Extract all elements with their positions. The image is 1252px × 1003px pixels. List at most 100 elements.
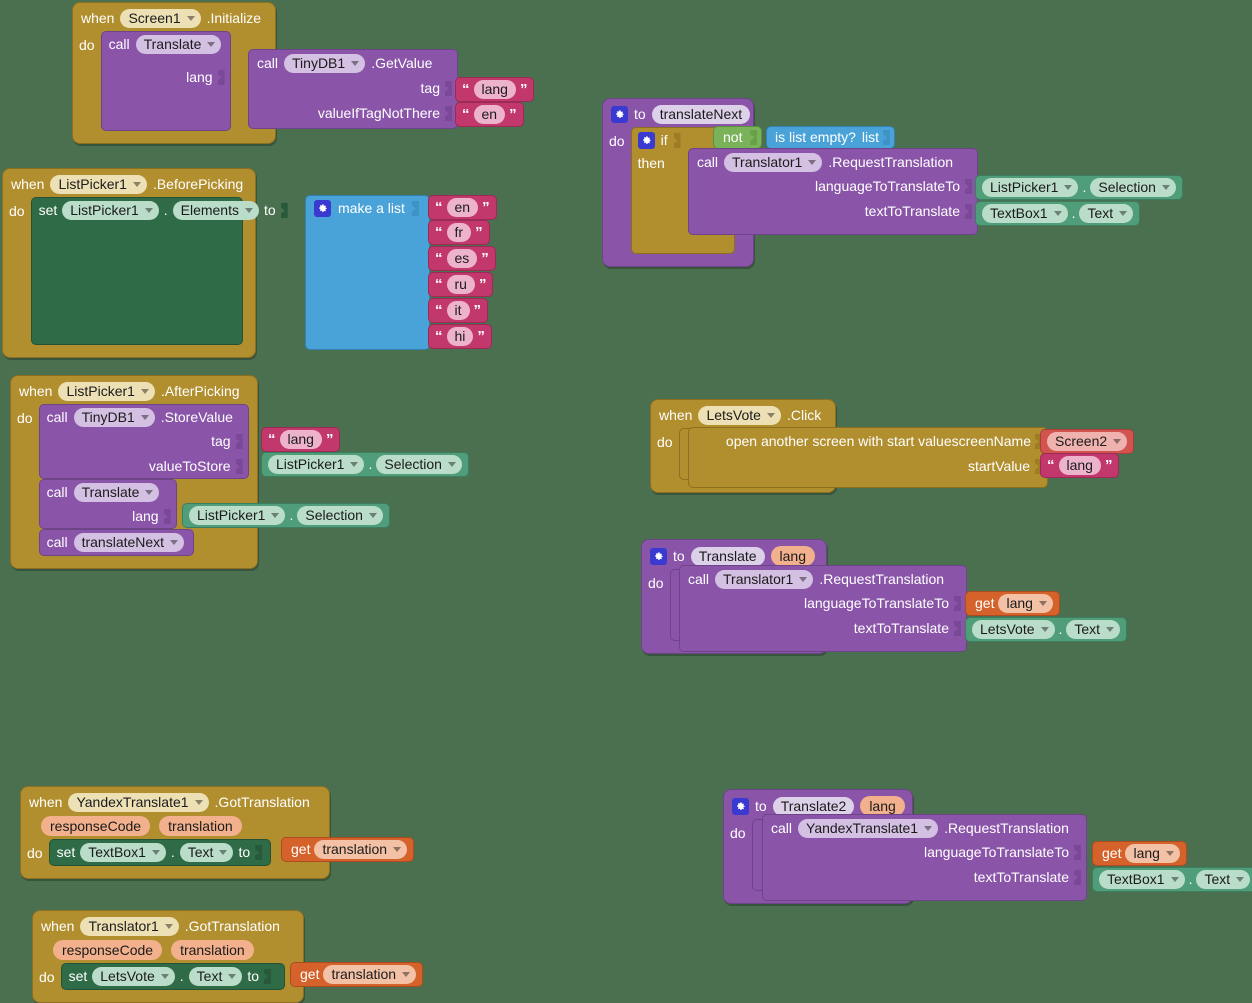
mutator-gear-icon[interactable]	[638, 132, 655, 149]
call-translatenext-statement[interactable]: call translateNext	[39, 529, 194, 556]
set-letsvote-text[interactable]: set LetsVote . Text to	[61, 963, 285, 990]
list-item-text-0[interactable]: “ en ”	[428, 195, 497, 220]
text-value[interactable]: lang	[1059, 456, 1101, 475]
block-is-list-empty[interactable]: is list empty? list	[766, 126, 895, 149]
mutator-gear-icon[interactable]	[611, 106, 628, 123]
property-dropdown-text[interactable]: Text	[1079, 204, 1133, 223]
component-dropdown-textbox1[interactable]: TextBox1	[1099, 870, 1185, 889]
set-textbox1-text[interactable]: set TextBox1 . Text to	[49, 839, 271, 866]
component-dropdown-listpicker1[interactable]: ListPicker1	[189, 506, 285, 525]
text-block-lang-startvalue[interactable]: “ lang ”	[1040, 453, 1119, 478]
list-item-text-5[interactable]: “ hi ”	[428, 324, 492, 349]
property-dropdown-selection[interactable]: Selection	[376, 455, 462, 474]
text-value[interactable]: ru	[447, 275, 475, 294]
event-param-responsecode[interactable]: responseCode	[53, 940, 162, 960]
variable-dropdown-lang[interactable]: lang	[1125, 844, 1179, 863]
component-dropdown-yandextranslate1[interactable]: YandexTranslate1	[68, 793, 208, 812]
text-block-en[interactable]: “ en ”	[455, 102, 524, 127]
property-dropdown-selection[interactable]: Selection	[1090, 178, 1176, 197]
open-another-screen-block[interactable]: open another screen with start value scr…	[688, 427, 1048, 488]
property-dropdown-text[interactable]: Text	[189, 967, 243, 986]
procedure-dropdown-translate[interactable]: Translate	[74, 483, 160, 502]
block-translator1-gottranslation[interactable]: when Translator1 .GotTranslation respons…	[32, 910, 304, 1003]
block-listpicker1-beforepicking[interactable]: when ListPicker1 .BeforePicking do set L…	[2, 168, 256, 358]
get-variable-lang[interactable]: get lang	[965, 591, 1060, 616]
property-dropdown-text[interactable]: Text	[1196, 870, 1250, 889]
block-yandextranslate1-gottranslation[interactable]: when YandexTranslate1 .GotTranslation re…	[20, 786, 330, 879]
component-dropdown-tinydb1[interactable]: TinyDB1	[74, 408, 155, 427]
text-value[interactable]: en	[474, 105, 506, 124]
text-value[interactable]: es	[447, 249, 478, 268]
call-translate-statement[interactable]: call Translate lang	[101, 31, 231, 131]
component-dropdown-textbox1[interactable]: TextBox1	[982, 204, 1068, 223]
get-variable-translation[interactable]: get translation	[281, 837, 414, 862]
call-translator1-requesttranslation[interactable]: call Translator1 .RequestTranslation lan…	[688, 148, 978, 235]
getter-listpicker1-selection-2[interactable]: ListPicker1 . Selection	[182, 503, 390, 528]
property-dropdown-elements[interactable]: Elements	[173, 201, 259, 220]
component-dropdown-translator1[interactable]: Translator1	[724, 153, 822, 172]
text-value[interactable]: it	[447, 301, 470, 320]
component-dropdown-translator1[interactable]: Translator1	[80, 917, 178, 936]
text-value[interactable]: lang	[474, 80, 516, 99]
logic-not-block[interactable]: not	[713, 126, 762, 149]
text-block-lang[interactable]: “ lang ”	[455, 77, 534, 102]
procedure-dropdown-translate[interactable]: Translate	[136, 35, 222, 54]
screen-dropdown-screen2[interactable]: Screen2	[1047, 432, 1127, 451]
blocks-workspace[interactable]: when Screen1 .Initialize do call Transla…	[0, 0, 1252, 1000]
variable-dropdown-translation[interactable]: translation	[314, 840, 407, 859]
block-tinydb1-getvalue[interactable]: call TinyDB1 .GetValue tag valueIfTagNot…	[248, 49, 458, 129]
mutator-gear-icon[interactable]	[314, 200, 331, 217]
mutator-gear-icon[interactable]	[732, 798, 749, 815]
component-dropdown-letsvote[interactable]: LetsVote	[92, 967, 175, 986]
text-value[interactable]: en	[447, 198, 479, 217]
component-dropdown-listpicker1[interactable]: ListPicker1	[982, 178, 1078, 197]
call-tinydb1-storevalue[interactable]: call TinyDB1 .StoreValue tag valueToStor…	[39, 404, 249, 479]
procedure-name-field[interactable]: Translate	[691, 547, 765, 566]
block-screen1-initialize[interactable]: when Screen1 .Initialize do call Transla…	[72, 2, 276, 144]
getter-letsvote-text[interactable]: LetsVote . Text	[965, 617, 1127, 642]
component-dropdown-yandextranslate1[interactable]: YandexTranslate1	[798, 819, 938, 838]
procedure-name-field[interactable]: Translate2	[773, 797, 855, 816]
call-yandextranslate1-requesttranslation-inner[interactable]: call YandexTranslate1 .RequestTranslatio…	[762, 814, 1087, 901]
set-listpicker1-elements[interactable]: set ListPicker1 . Elements to	[31, 197, 243, 345]
property-dropdown-text[interactable]: Text	[180, 843, 234, 862]
component-dropdown-letsvote[interactable]: LetsVote	[698, 406, 781, 425]
getter-listpicker1-selection-3[interactable]: ListPicker1 . Selection	[975, 175, 1183, 200]
get-variable-translation-2[interactable]: get translation	[290, 962, 423, 987]
text-value[interactable]: lang	[280, 430, 322, 449]
event-param-translation[interactable]: translation	[159, 816, 242, 836]
property-dropdown-selection[interactable]: Selection	[297, 506, 383, 525]
procedure-name-field[interactable]: translateNext	[652, 105, 750, 124]
text-value[interactable]: hi	[447, 327, 474, 346]
component-dropdown-screen1[interactable]: Screen1	[120, 9, 200, 28]
getter-listpicker1-selection[interactable]: ListPicker1 . Selection	[261, 452, 469, 477]
component-dropdown-listpicker1[interactable]: ListPicker1	[50, 175, 146, 194]
property-dropdown-text[interactable]: Text	[1066, 620, 1120, 639]
block-make-a-list[interactable]: make a list	[305, 195, 430, 350]
procedure-dropdown-translatenext[interactable]: translateNext	[74, 533, 184, 552]
text-block-lang-tag[interactable]: “ lang ”	[261, 427, 340, 452]
variable-dropdown-translation[interactable]: translation	[323, 965, 416, 984]
list-item-text-2[interactable]: “ es ”	[428, 246, 496, 271]
component-dropdown-listpicker1[interactable]: ListPicker1	[268, 455, 364, 474]
getter-textbox1-text[interactable]: TextBox1 . Text	[975, 201, 1140, 226]
call-translator1-requesttranslation-inner[interactable]: call Translator1 .RequestTranslation lan…	[679, 565, 967, 652]
mutator-gear-icon[interactable]	[650, 548, 667, 565]
component-dropdown-translator1[interactable]: Translator1	[715, 570, 813, 589]
procedure-param-lang[interactable]: lang	[771, 546, 815, 566]
event-param-translation[interactable]: translation	[171, 940, 254, 960]
call-translate-statement[interactable]: call Translate lang	[39, 479, 177, 529]
text-value[interactable]: fr	[447, 223, 472, 242]
block-listpicker1-afterpicking[interactable]: when ListPicker1 .AfterPicking do call T…	[10, 375, 258, 569]
get-variable-lang-2[interactable]: get lang	[1092, 841, 1187, 866]
component-dropdown-letsvote[interactable]: LetsVote	[972, 620, 1055, 639]
variable-dropdown-lang[interactable]: lang	[998, 594, 1052, 613]
event-param-responsecode[interactable]: responseCode	[41, 816, 150, 836]
component-dropdown-listpicker1[interactable]: ListPicker1	[62, 201, 158, 220]
list-item-text-1[interactable]: “ fr ”	[428, 220, 490, 245]
getter-textbox1-text-2[interactable]: TextBox1 . Text	[1092, 867, 1252, 892]
component-dropdown-textbox1[interactable]: TextBox1	[80, 843, 166, 862]
list-item-text-3[interactable]: “ ru ”	[428, 272, 493, 297]
screen-name-block-screen2[interactable]: Screen2	[1040, 429, 1134, 454]
procedure-param-lang[interactable]: lang	[860, 796, 904, 816]
